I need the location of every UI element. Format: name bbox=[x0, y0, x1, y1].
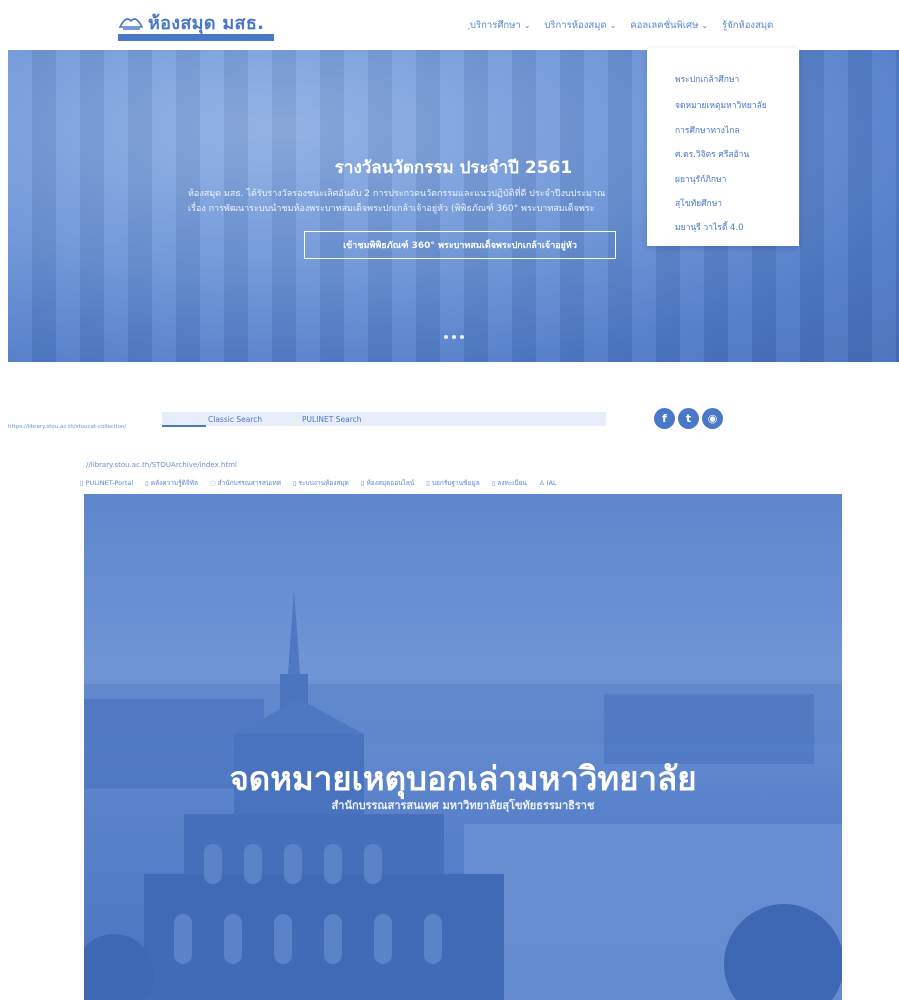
bookmark-item[interactable]: ▯ คลังความรู้ดิจิทัล bbox=[145, 478, 198, 488]
bookmark-label: ห้องสมุดออนไลน์ bbox=[366, 479, 415, 487]
bookmark-label: ระบบงานห้องสมุด bbox=[298, 479, 349, 487]
carousel-dot[interactable] bbox=[451, 335, 456, 339]
tab-pulinet-search[interactable]: PULINET Search bbox=[302, 415, 361, 424]
main-nav: ฺบริการศึกษา ⌄ บริการห้องสมุด ⌄ คอลเลคชั่น… bbox=[470, 18, 773, 33]
archive-subtitle: สำนักบรรณสารสนเทศ มหาวิทยาลัยสุโขทัยธรรม… bbox=[331, 799, 595, 812]
carousel-dot[interactable] bbox=[443, 335, 448, 339]
bookmark-label: คลังความรู้ดิจิทัล bbox=[150, 479, 198, 487]
active-tab-indicator bbox=[162, 425, 206, 427]
globe-icon: ◌ bbox=[209, 479, 216, 487]
dropdown-item[interactable]: จดหมายเหตุมหาวิทยาลัย bbox=[675, 98, 767, 112]
rss-icon[interactable]: ◉ bbox=[702, 408, 723, 429]
chevron-down-icon: ⌄ bbox=[609, 21, 617, 30]
page-icon: ▯ bbox=[292, 479, 297, 487]
bookmark-item[interactable]: ▯ บอกรับฐานข้อมูล bbox=[426, 478, 479, 488]
bookmark-item[interactable]: ◌ สำนักบรรณสารสนเทศ bbox=[210, 478, 281, 488]
bookmark-label: PULINET-Portal bbox=[85, 479, 134, 487]
bookmark-item[interactable]: ▯ ห้องสมุดออนไลน์ bbox=[361, 478, 414, 488]
dropdown-item[interactable]: มยานุรี วาไรตี้ 4.0 bbox=[675, 220, 744, 234]
bookmark-label: บอกรับฐานข้อมูล bbox=[431, 479, 480, 487]
library-logo-icon bbox=[118, 17, 144, 30]
carousel-dots bbox=[8, 332, 899, 342]
status-url: https://library.stou.ac.th/stoucat-colle… bbox=[8, 424, 127, 430]
twitter-icon[interactable]: t bbox=[678, 408, 699, 429]
site-header: ห้องสมุด มสธ. ฺบริการศึกษา ⌄ บริการห้องสม… bbox=[0, 0, 899, 48]
dropdown-item[interactable]: ผยานุรัก์ภิกษา bbox=[675, 172, 726, 186]
page-icon: ▯ bbox=[426, 479, 430, 487]
page-icon: ▯ bbox=[80, 479, 84, 487]
dropdown-item[interactable]: การศึกษาทางไกล bbox=[675, 123, 740, 137]
social-links: f t ◉ bbox=[654, 408, 723, 429]
chevron-down-icon: ⌄ bbox=[701, 21, 709, 30]
bookmark-item[interactable]: ▯ PULINET-Portal bbox=[80, 479, 133, 487]
archive-hero-image: จดหมายเหตุบอกเล่ามหาวิทยาลัย สำนักบรรณสา… bbox=[84, 494, 842, 1000]
dropdown-item[interactable]: พระปกเกล้าศึกษา bbox=[675, 72, 739, 86]
nav-item-special-collections[interactable]: คอลเลคชั่นพิเศษ ⌄ bbox=[630, 18, 708, 33]
logo-band bbox=[118, 34, 274, 41]
bookmark-label: ลงทะเบียน bbox=[497, 479, 527, 487]
bookmark-item[interactable]: ♙ IAL bbox=[539, 479, 557, 487]
nav-item-about-library[interactable]: รู้จักห้องสมุด bbox=[722, 18, 773, 33]
page-icon: ▯ bbox=[145, 479, 149, 487]
nav-item-label: บริการห้องสมุด bbox=[544, 20, 607, 31]
dropdown-item[interactable]: สุโขทัยศึกษา bbox=[675, 196, 722, 210]
nav-item-label: รู้จักห้องสมุด bbox=[722, 20, 774, 31]
embedded-address-bar: //library.stou.ac.th/STOUArchive/index.h… bbox=[86, 461, 237, 469]
dropdown-item[interactable]: ศ.ดร.วิจิตร ศรีสอ้าน bbox=[675, 147, 749, 161]
nav-item-library-services[interactable]: บริการห้องสมุด ⌄ bbox=[544, 18, 616, 33]
nav-item-label: ฺบริการศึกษา bbox=[470, 20, 521, 31]
bookmarks-bar: ▯ PULINET-Portal ▯ คลังความรู้ดิจิทัล ◌ สำน… bbox=[80, 476, 844, 490]
nav-item-services-study[interactable]: ฺบริการศึกษา ⌄ bbox=[470, 18, 530, 33]
user-icon: ♙ bbox=[538, 479, 545, 487]
search-tabs: Classic Search PULINET Search bbox=[162, 412, 606, 427]
nav-item-label: คอลเลคชั่นพิเศษ bbox=[630, 20, 699, 31]
chevron-down-icon: ⌄ bbox=[523, 21, 531, 30]
facebook-icon[interactable]: f bbox=[654, 408, 675, 429]
carousel-dot[interactable] bbox=[459, 335, 464, 339]
logo-text: ห้องสมุด มสธ. bbox=[148, 13, 265, 34]
hero-cta-button[interactable]: เข้าชมพิพิธภัณฑ์ 360° พระบาทสมเด็จพระปกเ… bbox=[304, 231, 616, 259]
page-icon: ▯ bbox=[360, 479, 365, 487]
bookmark-label: สำนักบรรณสารสนเทศ bbox=[217, 479, 281, 487]
bookmark-item[interactable]: ▯ ลงทะเบียน bbox=[492, 478, 527, 488]
page-icon: ▯ bbox=[491, 479, 496, 487]
bookmark-item[interactable]: ▯ ระบบงานห้องสมุด bbox=[293, 478, 349, 488]
temple-silhouette-illustration bbox=[84, 589, 842, 1000]
special-collections-dropdown: พระปกเกล้าศึกษา จดหมายเหตุมหาวิทยาลัย กา… bbox=[647, 48, 799, 246]
site-logo[interactable]: ห้องสมุด มสธ. bbox=[118, 8, 274, 41]
tab-classic-search[interactable]: Classic Search bbox=[208, 415, 262, 424]
bookmark-label: IAL bbox=[546, 479, 557, 487]
